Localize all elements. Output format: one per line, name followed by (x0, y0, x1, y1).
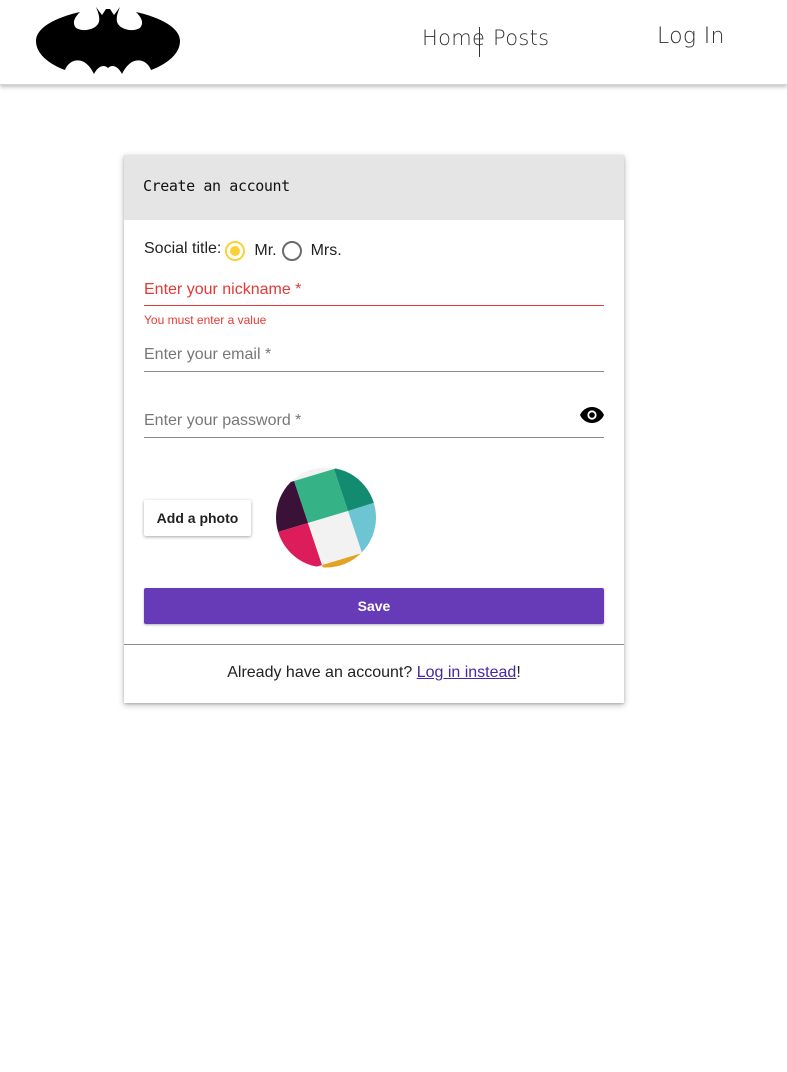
radio-mr-label[interactable]: Mr. (254, 242, 276, 260)
password-underline (144, 437, 604, 438)
radio-mrs-label[interactable]: Mrs. (311, 242, 342, 260)
email-placeholder: Enter your email * (144, 346, 272, 363)
add-photo-button[interactable]: Add a photo (144, 500, 251, 536)
avatar-preview (276, 467, 376, 568)
bat-logo-icon[interactable] (34, 4, 182, 76)
radio-mr[interactable] (225, 241, 246, 261)
top-navbar: Home Posts Log In (0, 0, 787, 85)
nickname-placeholder: Enter your nickname * (144, 281, 302, 298)
card-divider (124, 644, 624, 645)
social-title-group: Social title: Mr. Mrs. (144, 239, 347, 263)
password-placeholder: Enter your password * (144, 412, 302, 429)
login-prompt-text: Already have an account? (227, 664, 413, 681)
login-instead-link[interactable]: Log in instead (417, 664, 517, 681)
login-prompt-suffix: ! (516, 664, 521, 681)
save-button[interactable]: Save (144, 588, 604, 624)
nickname-error: You must enter a value (144, 313, 267, 327)
email-underline (144, 371, 604, 372)
nav-divider (479, 27, 480, 57)
card-title: Create an account (143, 177, 290, 195)
login-prompt: Already have an account? Log in instead! (124, 664, 624, 682)
email-field[interactable]: Enter your email * (144, 346, 604, 372)
nickname-field[interactable]: Enter your nickname * (144, 281, 604, 306)
nav-login-link[interactable]: Log In (657, 24, 725, 49)
eye-icon[interactable] (580, 407, 604, 423)
password-field[interactable]: Enter your password * (144, 412, 604, 438)
social-title-label: Social title: (144, 240, 222, 257)
card-header: Create an account (124, 155, 624, 220)
nav-home-link[interactable]: Home (422, 26, 485, 50)
nav-posts-link[interactable]: Posts (493, 26, 549, 50)
radio-mrs[interactable] (281, 241, 302, 261)
nickname-underline (144, 305, 604, 306)
create-account-card: Create an account Social title: Mr. Mrs.… (124, 155, 624, 703)
